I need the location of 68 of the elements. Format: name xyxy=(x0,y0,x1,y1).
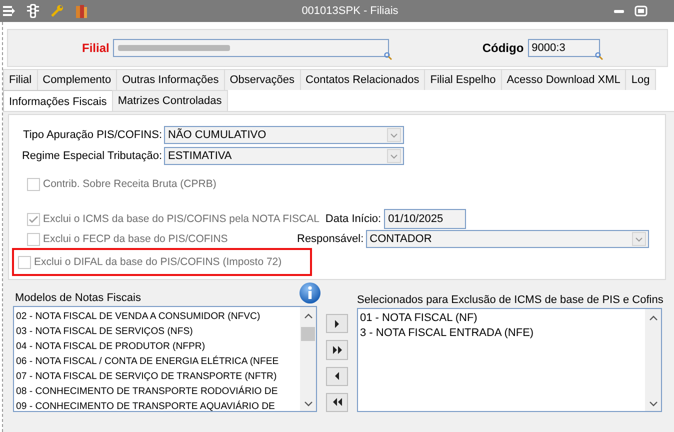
list-icon[interactable] xyxy=(2,4,16,18)
tab[interactable]: Contatos Relacionados xyxy=(300,69,426,90)
chevron-down-icon xyxy=(648,401,658,407)
triangle-right-icon xyxy=(335,320,339,328)
field-label: Data Início: xyxy=(325,213,382,225)
filial-label: Filial xyxy=(82,41,110,55)
list-item[interactable]: 04 - NOTA FISCAL DE PRODUTOR (NFPR) xyxy=(16,339,300,354)
dropdown[interactable]: ESTIMATIVA xyxy=(164,147,404,165)
tab[interactable]: Filial xyxy=(3,69,38,90)
info-icon[interactable] xyxy=(299,282,321,304)
tab[interactable]: Informações Fiscais xyxy=(3,90,113,113)
search-icon xyxy=(594,52,603,60)
restore-icon[interactable] xyxy=(634,5,648,17)
field-label: Regime Especial Tributação: xyxy=(22,150,163,162)
tab[interactable]: Filial Espelho xyxy=(424,69,502,90)
wrench-icon[interactable] xyxy=(50,4,64,18)
dropdown[interactable]: NÃO CUMULATIVO xyxy=(164,126,404,144)
codigo-label: Código xyxy=(482,41,524,55)
checkbox[interactable] xyxy=(27,178,40,190)
tab[interactable]: Outras Informações xyxy=(116,69,225,90)
tab[interactable]: Matrizes Controladas xyxy=(112,90,228,111)
double-triangle-right-icon xyxy=(332,346,342,354)
move-left-button[interactable] xyxy=(326,366,348,386)
chevron-down-icon xyxy=(632,232,646,246)
window-title: 001013SPK - Filiais xyxy=(300,5,400,17)
chevron-down-icon xyxy=(387,128,401,142)
tab[interactable]: Log xyxy=(625,69,656,90)
tab[interactable]: Acesso Download XML xyxy=(500,69,626,90)
chevron-up-icon xyxy=(648,314,658,321)
checkbox-label: Exclui o ICMS da base do PIS/COFINS pela NOTA FISCAL xyxy=(43,213,320,225)
books-icon[interactable] xyxy=(74,3,88,19)
tab[interactable]: Observações xyxy=(224,69,301,90)
list-item[interactable]: 03 - NOTA FISCAL DE SERVIÇOS (NFS) xyxy=(16,324,300,339)
scrollbar[interactable] xyxy=(645,308,661,411)
triangle-left-icon xyxy=(335,372,339,380)
checkbox-label: Contrib. Sobre Receita Bruta (CPRB) xyxy=(43,178,216,190)
scroll-thumb[interactable] xyxy=(301,327,315,341)
checkbox[interactable] xyxy=(27,232,40,246)
checkbox-label: Exclui o FECP da base do PIS/COFINS xyxy=(43,233,228,245)
chevron-down-icon xyxy=(304,401,312,407)
date-field[interactable]: 01/10/2025 xyxy=(384,209,466,229)
search-icon xyxy=(384,52,392,60)
list-title: Selecionados para Exclusão de ICMS de base de PIS e Cofins xyxy=(357,294,664,306)
checkbox[interactable] xyxy=(18,256,31,268)
field-label: Responsável: xyxy=(297,233,364,245)
list-item[interactable]: 02 - NOTA FISCAL DE VENDA A CONSUMIDOR (NFVC) xyxy=(16,309,300,324)
list-item[interactable]: 07 - NOTA FISCAL DE SERVIÇO DE TRANSPORTE (NFTR) xyxy=(16,369,300,384)
list-item[interactable]: 09 - CONHECIMENTO DE TRANSPORTE AQUAVIÁRIO DE xyxy=(16,399,300,411)
dropdown[interactable]: CONTADOR xyxy=(366,230,649,248)
checkbox-label: Exclui o DIFAL da base do PIS/COFINS (Imposto 72) xyxy=(34,256,282,268)
double-triangle-left-icon xyxy=(332,398,342,406)
list-item[interactable]: 3 - NOTA FISCAL ENTRADA (NFE) xyxy=(360,326,645,341)
move-right-button[interactable] xyxy=(326,314,348,334)
checkbox[interactable] xyxy=(27,212,40,226)
codigo-field[interactable]: 9000:3 xyxy=(528,39,600,57)
list-item[interactable]: 06 - NOTA FISCAL / CONTA DE ENERGIA ELÉTRICA (NFEE xyxy=(16,354,300,369)
list-item[interactable]: 01 - NOTA FISCAL (NF) xyxy=(360,310,645,326)
list-item[interactable]: 08 - CONHECIMENTO DE TRANSPORTE RODOVIÁRIO DE xyxy=(16,384,300,399)
traffic-light-icon[interactable] xyxy=(26,3,40,19)
move-all-left-button[interactable] xyxy=(326,392,348,412)
tab[interactable]: Complemento xyxy=(36,69,118,90)
field-label: Tipo Apuração PIS/COFINS: xyxy=(23,129,163,141)
filial-field[interactable] xyxy=(113,39,390,57)
move-all-right-button[interactable] xyxy=(326,340,348,360)
chevron-down-icon xyxy=(387,149,401,163)
scrollbar[interactable] xyxy=(300,307,316,411)
list-title: Modelos de Notas Fiscais xyxy=(15,292,141,304)
chevron-up-icon xyxy=(304,313,312,319)
